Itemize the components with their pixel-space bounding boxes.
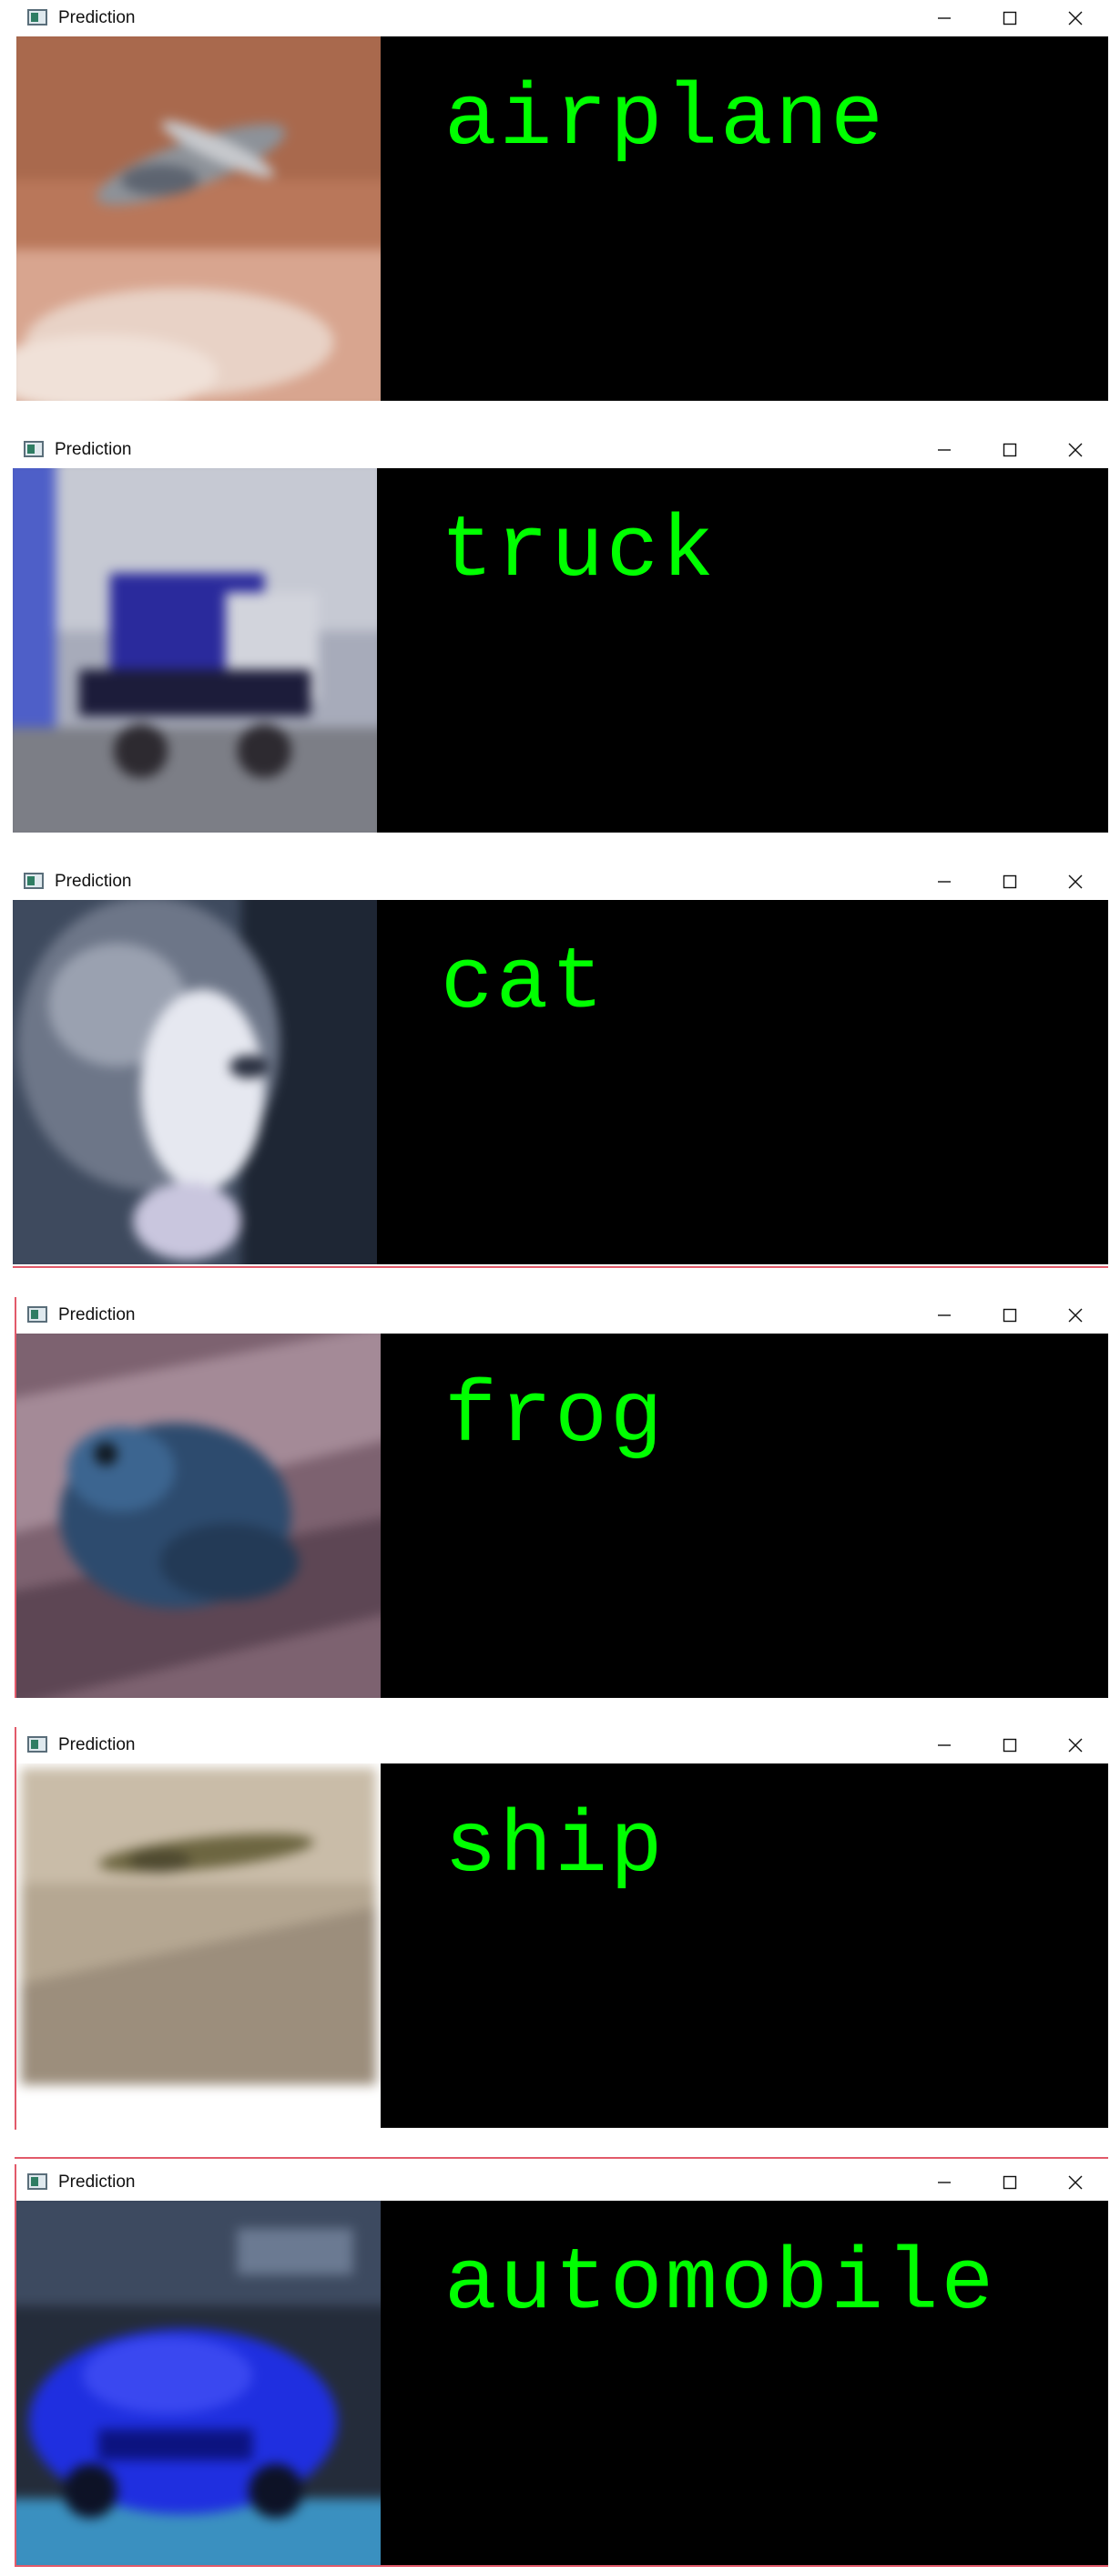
prediction-canvas: frog <box>16 1334 1108 1698</box>
prediction-window: Prediction cat <box>13 864 1108 1266</box>
maximize-icon <box>1003 1738 1017 1753</box>
prediction-canvas: automobile <box>16 2201 1108 2565</box>
prediction-label: ship <box>444 1797 666 1896</box>
window-titlebar[interactable]: Prediction <box>16 1727 1108 1763</box>
app-icon <box>24 873 44 889</box>
maximize-button[interactable] <box>977 0 1043 36</box>
window-title: Prediction <box>55 440 132 459</box>
close-icon <box>1068 2175 1083 2190</box>
prediction-label: automobile <box>444 2234 997 2334</box>
app-icon <box>27 9 47 26</box>
window-titlebar[interactable]: Prediction <box>13 864 1108 900</box>
minimize-icon <box>938 881 951 883</box>
minimize-icon <box>938 449 951 451</box>
close-icon <box>1068 874 1083 889</box>
minimize-button[interactable] <box>911 1297 977 1334</box>
prediction-canvas: truck <box>13 468 1108 833</box>
close-button[interactable] <box>1043 2164 1108 2201</box>
window-title: Prediction <box>58 2172 136 2192</box>
minimize-icon <box>938 1314 951 1316</box>
prediction-label: airplane <box>444 70 886 169</box>
cat-image <box>13 900 377 1264</box>
app-icon <box>27 1736 47 1753</box>
prediction-canvas: airplane <box>16 36 1108 401</box>
prediction-window: Prediction frog <box>16 1297 1108 1698</box>
maximize-icon <box>1003 874 1017 889</box>
automobile-image <box>16 2201 381 2565</box>
prediction-window: Prediction airplane <box>16 0 1108 401</box>
maximize-icon <box>1003 443 1017 457</box>
app-icon <box>24 441 44 457</box>
maximize-icon <box>1003 2175 1017 2190</box>
prediction-label: cat <box>441 934 606 1033</box>
close-button[interactable] <box>1043 0 1108 36</box>
window-titlebar[interactable]: Prediction <box>16 1297 1108 1334</box>
close-icon <box>1068 443 1083 457</box>
maximize-button[interactable] <box>977 2164 1043 2201</box>
close-button[interactable] <box>1043 432 1108 468</box>
minimize-button[interactable] <box>911 2164 977 2201</box>
airplane-image <box>16 36 381 401</box>
window-focus-border <box>15 2164 16 2565</box>
minimize-icon <box>938 1744 951 1746</box>
prediction-label: frog <box>444 1367 666 1467</box>
window-focus-border <box>15 1297 16 1698</box>
maximize-icon <box>1003 11 1017 26</box>
close-button[interactable] <box>1043 1297 1108 1334</box>
minimize-button[interactable] <box>911 1727 977 1763</box>
minimize-button[interactable] <box>911 0 977 36</box>
prediction-canvas: ship <box>16 1763 1108 2128</box>
window-title: Prediction <box>58 1305 136 1324</box>
minimize-icon <box>938 2182 951 2183</box>
window-title: Prediction <box>58 1735 136 1754</box>
close-icon <box>1068 1308 1083 1323</box>
prediction-label: truck <box>441 502 718 601</box>
app-icon <box>27 1306 47 1323</box>
window-title: Prediction <box>58 8 136 27</box>
window-focus-border <box>15 2565 1108 2567</box>
ship-image <box>16 1763 381 2128</box>
close-button[interactable] <box>1043 1727 1108 1763</box>
window-focus-border <box>13 1266 1108 1268</box>
maximize-button[interactable] <box>977 432 1043 468</box>
minimize-button[interactable] <box>911 432 977 468</box>
window-titlebar[interactable]: Prediction <box>16 2164 1108 2201</box>
window-focus-border <box>15 2157 1108 2159</box>
window-focus-border <box>15 1727 16 2130</box>
prediction-canvas: cat <box>13 900 1108 1264</box>
maximize-icon <box>1003 1308 1017 1323</box>
app-icon <box>27 2173 47 2190</box>
close-icon <box>1068 1738 1083 1753</box>
close-icon <box>1068 11 1083 26</box>
prediction-window: Prediction truck <box>13 432 1108 833</box>
maximize-button[interactable] <box>977 1297 1043 1334</box>
prediction-window: Prediction ship <box>16 1727 1108 2128</box>
prediction-window: Prediction automobile <box>16 2164 1108 2565</box>
truck-image <box>13 468 377 833</box>
close-button[interactable] <box>1043 864 1108 900</box>
minimize-button[interactable] <box>911 864 977 900</box>
maximize-button[interactable] <box>977 864 1043 900</box>
minimize-icon <box>938 17 951 19</box>
window-titlebar[interactable]: Prediction <box>16 0 1108 36</box>
window-titlebar[interactable]: Prediction <box>13 432 1108 468</box>
frog-image <box>16 1334 381 1698</box>
window-title: Prediction <box>55 872 132 891</box>
maximize-button[interactable] <box>977 1727 1043 1763</box>
